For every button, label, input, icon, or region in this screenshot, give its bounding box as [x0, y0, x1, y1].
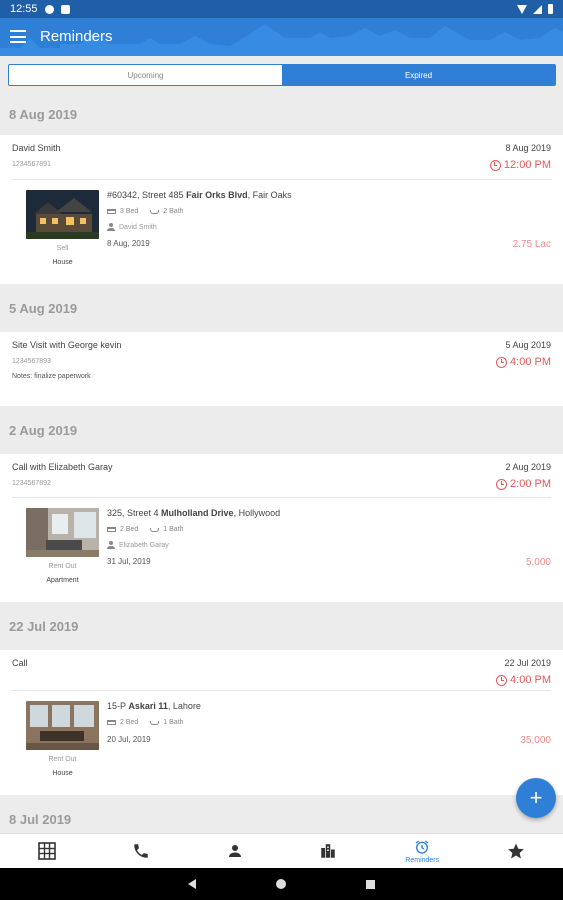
person-icon — [107, 223, 115, 231]
reminder-card[interactable]: Site Visit with George kevin 1234567893 … — [0, 332, 563, 406]
property-date: 31 Jul, 2019 — [107, 557, 151, 566]
tab-expired[interactable]: Expired — [282, 65, 555, 85]
back-icon[interactable] — [188, 879, 196, 889]
property-date: 20 Jul, 2019 — [107, 735, 151, 744]
date-group-header: 5 Aug 2019 — [0, 284, 563, 332]
property-price: 5,000 — [525, 557, 551, 568]
property-image — [26, 701, 99, 750]
tabs-container: Upcoming Expired — [0, 56, 563, 93]
reminder-card[interactable]: David Smith 1234567891 8 Aug 2019 12:00 … — [0, 135, 563, 284]
sd-card-icon — [60, 4, 70, 14]
reminder-time: 4:00 PM — [496, 356, 551, 368]
wifi-icon — [517, 4, 527, 14]
reminder-date: 5 Aug 2019 — [505, 340, 551, 350]
reminder-card[interactable]: Call with Elizabeth Garay 1234567892 2 A… — [0, 454, 563, 602]
property-category: House — [52, 259, 73, 266]
bed-icon — [107, 527, 116, 532]
reminder-time: 2:00 PM — [496, 478, 551, 490]
home-icon[interactable] — [276, 879, 286, 889]
property-price: 2.75 Lac — [512, 239, 551, 250]
reminder-title: Site Visit with George kevin — [12, 340, 122, 350]
property-image — [26, 508, 99, 557]
reminder-phone: 1234567892 — [12, 480, 51, 487]
reminders-list[interactable]: 8 Aug 2019 David Smith 1234567891 8 Aug … — [0, 93, 563, 833]
alarm-icon — [415, 839, 429, 854]
reminder-phone: 1234567891 — [12, 161, 51, 168]
property-item[interactable]: Rent Out Apartment 325, Street 4 Mulholl… — [0, 498, 563, 598]
reminder-date: 8 Aug 2019 — [505, 143, 551, 153]
bed-icon — [107, 720, 116, 725]
bath-icon — [150, 209, 160, 214]
property-owner: David Smith — [107, 223, 157, 231]
star-icon — [508, 843, 524, 859]
reminder-card[interactable]: Call 22 Jul 2019 4:00 PM Rent Out House … — [0, 650, 563, 795]
alarm-icon — [489, 159, 501, 171]
property-features: 2 Bed 1 Bath — [107, 526, 184, 533]
reminder-notes: Notes: finalize paperwork — [12, 373, 91, 380]
property-type: Sell — [56, 245, 69, 252]
nav-item-properties[interactable] — [281, 834, 375, 868]
property-owner: Elizabeth Garay — [107, 541, 169, 549]
property-item[interactable]: Rent Out House 15-P Askari 11, Lahore 2 … — [0, 691, 563, 791]
page-title: Reminders — [40, 28, 113, 45]
property-item[interactable]: Sell House #60342, Street 485 Fair Orks … — [0, 180, 563, 280]
status-time: 12:55 — [10, 3, 38, 15]
property-address: 325, Street 4 Mulholland Drive, Hollywoo… — [107, 508, 281, 518]
property-date: 8 Aug, 2019 — [107, 239, 150, 248]
property-type: Rent Out — [48, 563, 77, 570]
nav-item-contacts[interactable] — [188, 834, 282, 868]
reminder-phone: 1234567893 — [12, 358, 51, 365]
bed-icon — [107, 209, 116, 214]
property-type: Rent Out — [48, 756, 77, 763]
nav-item-favorites[interactable] — [469, 834, 563, 868]
add-reminder-button[interactable]: + — [516, 778, 556, 818]
bath-icon — [150, 527, 160, 532]
status-bar: 12:55 — [0, 0, 563, 18]
signal-icon — [533, 4, 542, 14]
system-navigation — [0, 868, 563, 900]
property-features: 3 Bed 2 Bath — [107, 208, 184, 215]
property-price: 35,000 — [520, 735, 551, 746]
recent-apps-icon[interactable] — [366, 879, 375, 889]
reminder-title: David Smith — [12, 143, 61, 153]
nav-item-reminders[interactable]: Reminders — [375, 834, 469, 868]
menu-icon[interactable] — [10, 30, 26, 43]
nav-item-grid[interactable] — [0, 834, 94, 868]
date-group-header: 22 Jul 2019 — [0, 602, 563, 650]
date-group-header: 8 Jul 2019 — [0, 795, 563, 833]
date-group-header: 2 Aug 2019 — [0, 406, 563, 454]
battery-icon — [548, 4, 553, 14]
reminder-time: 4:00 PM — [496, 674, 551, 686]
property-category: House — [52, 770, 73, 777]
phone-icon — [133, 844, 148, 858]
property-address: #60342, Street 485 Fair Orks Blvd, Fair … — [107, 190, 292, 200]
reminder-date: 2 Aug 2019 — [505, 462, 551, 472]
alarm-icon — [496, 356, 508, 368]
nav-label-reminders: Reminders — [405, 856, 440, 864]
segmented-tabs: Upcoming Expired — [8, 64, 556, 86]
date-group-header: 8 Aug 2019 — [0, 93, 563, 135]
person-icon — [228, 845, 241, 857]
alarm-icon — [496, 674, 508, 686]
property-features: 2 Bed 1 Bath — [107, 719, 184, 726]
property-address: 15-P Askari 11, Lahore — [107, 701, 201, 711]
tab-upcoming[interactable]: Upcoming — [9, 65, 282, 85]
settings-icon — [44, 4, 54, 14]
bottom-navigation: Reminders — [0, 833, 563, 868]
grid-icon — [38, 842, 56, 860]
buildings-icon — [321, 844, 336, 858]
bath-icon — [150, 720, 160, 725]
person-icon — [107, 541, 115, 549]
app-bar: Reminders — [0, 18, 563, 56]
property-category: Apartment — [46, 577, 79, 584]
nav-item-calls[interactable] — [94, 834, 188, 868]
reminder-time: 12:00 PM — [489, 159, 551, 171]
property-image — [26, 190, 99, 239]
alarm-icon — [496, 478, 508, 490]
reminder-date: 22 Jul 2019 — [504, 658, 551, 668]
reminder-title: Call with Elizabeth Garay — [12, 462, 113, 472]
reminder-title: Call — [12, 658, 28, 668]
